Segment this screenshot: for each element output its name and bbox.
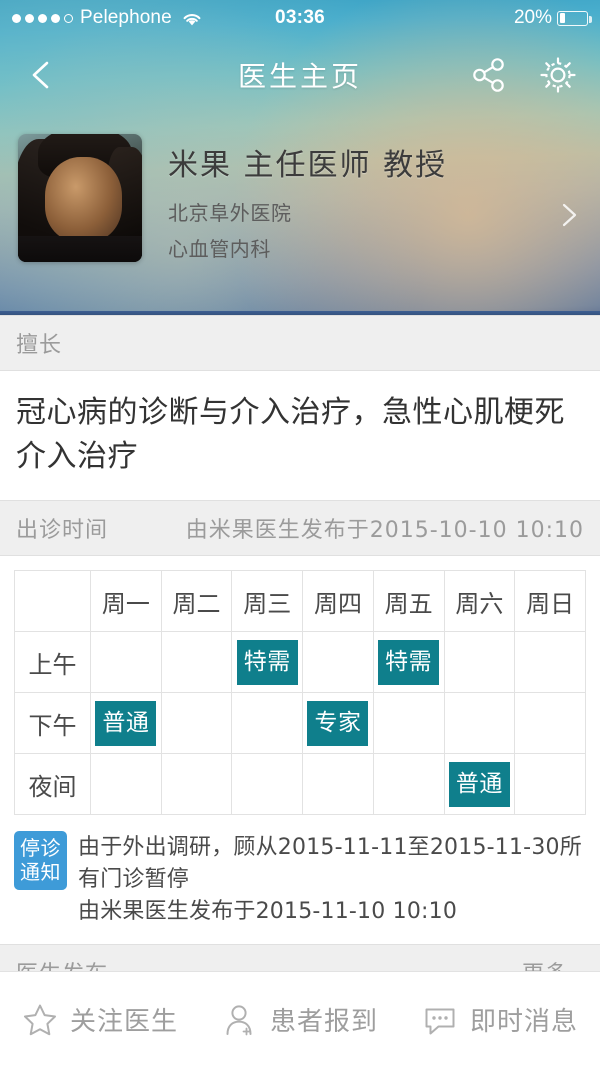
schedule-cell (302, 753, 374, 815)
table-column-header: 周二 (160, 570, 233, 632)
specialty-section-header: 擅长 (0, 315, 600, 371)
status-bar: Pelephone 03:36 20% (0, 0, 600, 36)
chevron-right-icon (562, 203, 577, 227)
doctor-avatar[interactable] (18, 134, 142, 262)
schedule-cell (231, 753, 304, 815)
schedule-chip: 专家 (307, 700, 369, 746)
wifi-icon (182, 11, 202, 26)
table-row-header: 上午 (14, 631, 91, 693)
notice-body: 由于外出调研，顾从2015-11-11至2015-11-30所有门诊暂停 由米果… (67, 831, 586, 928)
schedule-section-label: 出诊时间 (16, 518, 109, 543)
table-row: 夜间 普通 (14, 753, 586, 815)
doctor-home-screen: Pelephone 03:36 20% 医生主页 米果 主任医师 教授 北京阜外… (0, 0, 600, 1067)
schedule-chip: 特需 (236, 639, 298, 685)
schedule-table-wrapper: 周一 周二 周三 周四 周五 周六 周日 上午 特需 特需 下午 普通 专家 夜间 普通 (0, 556, 600, 821)
schedule-cell[interactable]: 特需 (372, 631, 445, 693)
doctor-hospital: 北京阜外医院 (168, 201, 292, 225)
follow-doctor-label: 关注医生 (69, 1007, 178, 1037)
status-badge: 停诊 通知 (14, 831, 67, 890)
table-column-header: 周一 (90, 570, 162, 632)
status-bar-left: Pelephone (12, 7, 275, 29)
schedule-table: 周一 周二 周三 周四 周五 周六 周日 上午 特需 特需 下午 普通 专家 夜间 普通 (14, 570, 586, 815)
bottom-toolbar: 关注医生 患者报到 即时消息 (0, 971, 600, 1067)
star-icon (23, 1004, 56, 1035)
battery-label: 20% (513, 7, 553, 28)
schedule-cell (372, 753, 445, 815)
clock-label: 03:36 (274, 7, 326, 28)
schedule-cell (443, 631, 516, 693)
schedule-cell (443, 692, 516, 754)
nav-bar: 医生主页 (0, 36, 600, 114)
share-icon[interactable] (470, 55, 510, 95)
specialty-section-label: 擅长 (16, 333, 63, 358)
schedule-section-header: 出诊时间 由米果医生发布于2015-10-10 10:10 (0, 500, 600, 556)
follow-doctor-button[interactable]: 关注医生 (0, 1001, 200, 1038)
instant-message-label: 即时消息 (469, 1007, 578, 1037)
table-header-row: 周一 周二 周三 周四 周五 周六 周日 (14, 570, 586, 632)
schedule-cell (514, 692, 586, 754)
suspension-notice[interactable]: 停诊 通知 由于外出调研，顾从2015-11-11至2015-11-30所有门诊… (0, 821, 600, 944)
table-column-header: 周五 (372, 570, 445, 632)
schedule-cell (160, 631, 233, 693)
schedule-cell (372, 692, 445, 754)
schedule-cell[interactable]: 专家 (302, 692, 374, 754)
table-row: 下午 普通 专家 (14, 692, 586, 754)
profile-header: Pelephone 03:36 20% 医生主页 米果 主任医师 教授 北京阜外… (0, 0, 600, 315)
schedule-cell (514, 631, 586, 693)
doctor-profile-row[interactable]: 米果 主任医师 教授 北京阜外医院 心血管内科 (0, 114, 600, 262)
schedule-cell (231, 692, 304, 754)
schedule-cell (160, 753, 233, 815)
schedule-cell[interactable]: 普通 (90, 692, 162, 754)
schedule-cell (90, 753, 162, 815)
table-column-header: 周日 (514, 570, 586, 632)
chat-bubble-icon (425, 1008, 455, 1034)
table-column-header: 周三 (231, 570, 304, 632)
schedule-cell (90, 631, 162, 693)
signal-strength-icon (12, 13, 73, 23)
specialty-text: 冠心病的诊断与介入治疗，急性心肌梗死介入治疗 (0, 371, 600, 500)
instant-message-button[interactable]: 即时消息 (400, 1001, 600, 1038)
nav-actions (470, 55, 578, 95)
schedule-cell (514, 753, 586, 815)
badge-line-1: 停诊 (20, 836, 61, 860)
doctor-name: 米果 主任医师 教授 (168, 148, 448, 183)
table-corner-cell (14, 570, 91, 632)
user-add-icon (226, 1004, 252, 1035)
schedule-chip: 普通 (95, 700, 157, 746)
table-row-header: 夜间 (14, 753, 91, 815)
notice-published: 由米果医生发布于2015-11-10 10:10 (78, 898, 458, 924)
table-row: 上午 特需 特需 (14, 631, 586, 693)
schedule-cell (302, 631, 374, 693)
doctor-info: 米果 主任医师 教授 北京阜外医院 心血管内科 (142, 134, 580, 262)
schedule-cell (160, 692, 233, 754)
battery-icon (557, 10, 593, 26)
table-column-header: 周六 (443, 570, 516, 632)
carrier-label: Pelephone (80, 7, 172, 28)
schedule-chip: 普通 (448, 761, 510, 807)
table-row-header: 下午 (14, 692, 91, 754)
schedule-chip: 特需 (378, 639, 440, 685)
schedule-cell[interactable]: 特需 (231, 631, 304, 693)
table-column-header: 周四 (302, 570, 374, 632)
gear-icon[interactable] (538, 55, 578, 95)
doctor-department: 心血管内科 (168, 237, 271, 261)
header-bottom-divider (0, 311, 600, 315)
notice-text: 由于外出调研，顾从2015-11-11至2015-11-30所有门诊暂停 (78, 835, 582, 892)
schedule-cell[interactable]: 普通 (443, 753, 516, 815)
status-bar-right: 20% (325, 7, 593, 29)
schedule-published-label: 由米果医生发布于2015-10-10 10:10 (185, 518, 584, 543)
badge-line-2: 通知 (20, 860, 61, 885)
patient-checkin-label: 患者报到 (269, 1007, 378, 1037)
patient-checkin-button[interactable]: 患者报到 (200, 1001, 400, 1038)
